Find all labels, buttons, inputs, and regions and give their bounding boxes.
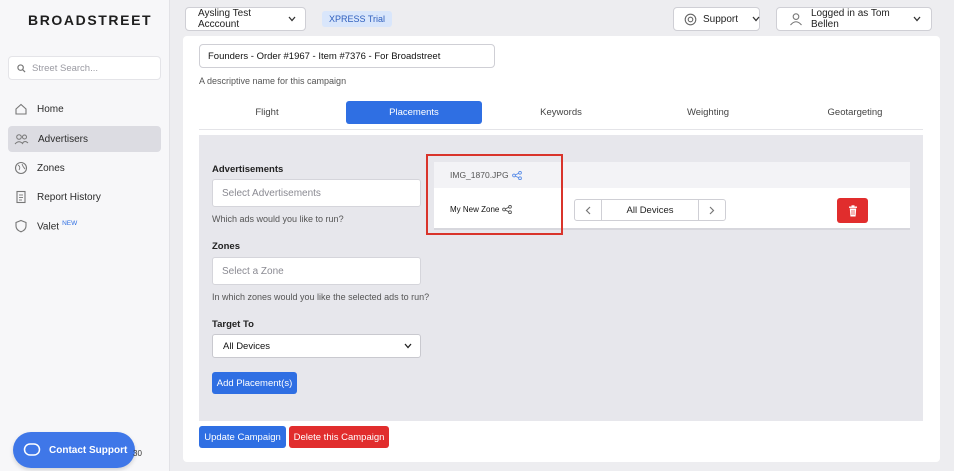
update-campaign-button[interactable]: Update Campaign (199, 426, 286, 448)
zones-hint: In which zones would you like the select… (212, 292, 430, 302)
broadstreet-logo[interactable]: BROADSTREET (28, 12, 152, 28)
tab-flight[interactable]: Flight (199, 101, 335, 124)
sidebar-item-label: Advertisers (38, 133, 89, 145)
advertisements-hint: Which ads would you like to run? (212, 214, 344, 224)
user-label: Logged in as Tom Bellen (811, 8, 890, 30)
target-to-label: Target To (212, 319, 254, 330)
chevron-right-icon (709, 206, 715, 214)
sidebar-item-zones[interactable]: Zones (8, 155, 161, 181)
advertisements-select[interactable]: Select Advertisements (212, 179, 421, 207)
sidebar-item-label: Home (37, 103, 64, 115)
device-value: All Devices (626, 204, 674, 216)
chevron-down-icon (752, 16, 760, 22)
sidebar-item-label: Zones (37, 162, 65, 174)
report-icon (14, 190, 28, 204)
target-to-select[interactable]: All Devices (212, 334, 421, 358)
tab-placements[interactable]: Placements (346, 101, 482, 124)
contact-support-label: Contact Support (49, 444, 128, 456)
advertisements-label: Advertisements (212, 164, 284, 175)
xpress-trial-badge: XPRESS Trial (322, 11, 393, 27)
user-icon (789, 12, 803, 26)
globe-icon (14, 161, 28, 175)
new-badge: NEW (62, 219, 78, 227)
lifebuoy-icon (684, 13, 697, 26)
device-picker: All Devices (574, 199, 726, 221)
trash-icon (848, 204, 858, 217)
tab-weighting[interactable]: Weighting (640, 101, 776, 124)
campaign-name-hint: A descriptive name for this campaign (199, 76, 347, 86)
zones-placeholder: Select a Zone (222, 265, 284, 277)
chat-icon (23, 441, 41, 459)
delete-campaign-button[interactable]: Delete this Campaign (289, 426, 389, 448)
advertisements-placeholder: Select Advertisements (222, 187, 321, 199)
street-search-input[interactable]: Street Search... (8, 56, 161, 80)
sidebar-item-valet[interactable]: Valet NEW (8, 213, 161, 239)
chevron-down-icon (404, 343, 412, 349)
search-icon (17, 63, 26, 73)
highlight-box (426, 154, 563, 235)
users-icon (14, 132, 29, 146)
user-menu-button[interactable]: Logged in as Tom Bellen (776, 7, 932, 31)
zones-label: Zones (212, 241, 240, 252)
home-icon (14, 102, 28, 116)
chevron-left-icon (585, 206, 591, 214)
support-button[interactable]: Support (673, 7, 760, 31)
device-next-button[interactable] (698, 200, 725, 220)
zones-select[interactable]: Select a Zone (212, 257, 421, 285)
target-to-value: All Devices (223, 340, 270, 352)
add-placements-button[interactable]: Add Placement(s) (212, 372, 297, 394)
footer-number: 30 (133, 449, 142, 458)
device-prev-button[interactable] (575, 200, 602, 220)
account-name: Aysling Test Acccount (198, 8, 251, 30)
sidebar-item-home[interactable]: Home (8, 96, 161, 122)
shield-icon (14, 219, 28, 233)
tab-divider (199, 129, 923, 130)
sidebar: BROADSTREET Street Search... Home Advert… (0, 0, 170, 471)
contact-support-button[interactable]: Contact Support (13, 432, 135, 468)
chevron-down-icon (288, 16, 296, 22)
delete-placement-button[interactable] (837, 198, 868, 223)
search-placeholder: Street Search... (32, 62, 99, 74)
account-selector[interactable]: Aysling Test Acccount (185, 7, 306, 31)
sidebar-item-label: Report History (37, 191, 101, 203)
campaign-name-input[interactable]: Founders - Order #1967 - Item #7376 - Fo… (199, 44, 495, 68)
tab-keywords[interactable]: Keywords (493, 101, 629, 124)
sidebar-item-label: Valet NEW (37, 219, 78, 233)
chevron-down-icon (913, 16, 921, 22)
sidebar-item-report-history[interactable]: Report History (8, 184, 161, 210)
support-label: Support (703, 13, 739, 25)
sidebar-item-advertisers[interactable]: Advertisers (8, 126, 161, 152)
tab-geotargeting[interactable]: Geotargeting (787, 101, 923, 124)
